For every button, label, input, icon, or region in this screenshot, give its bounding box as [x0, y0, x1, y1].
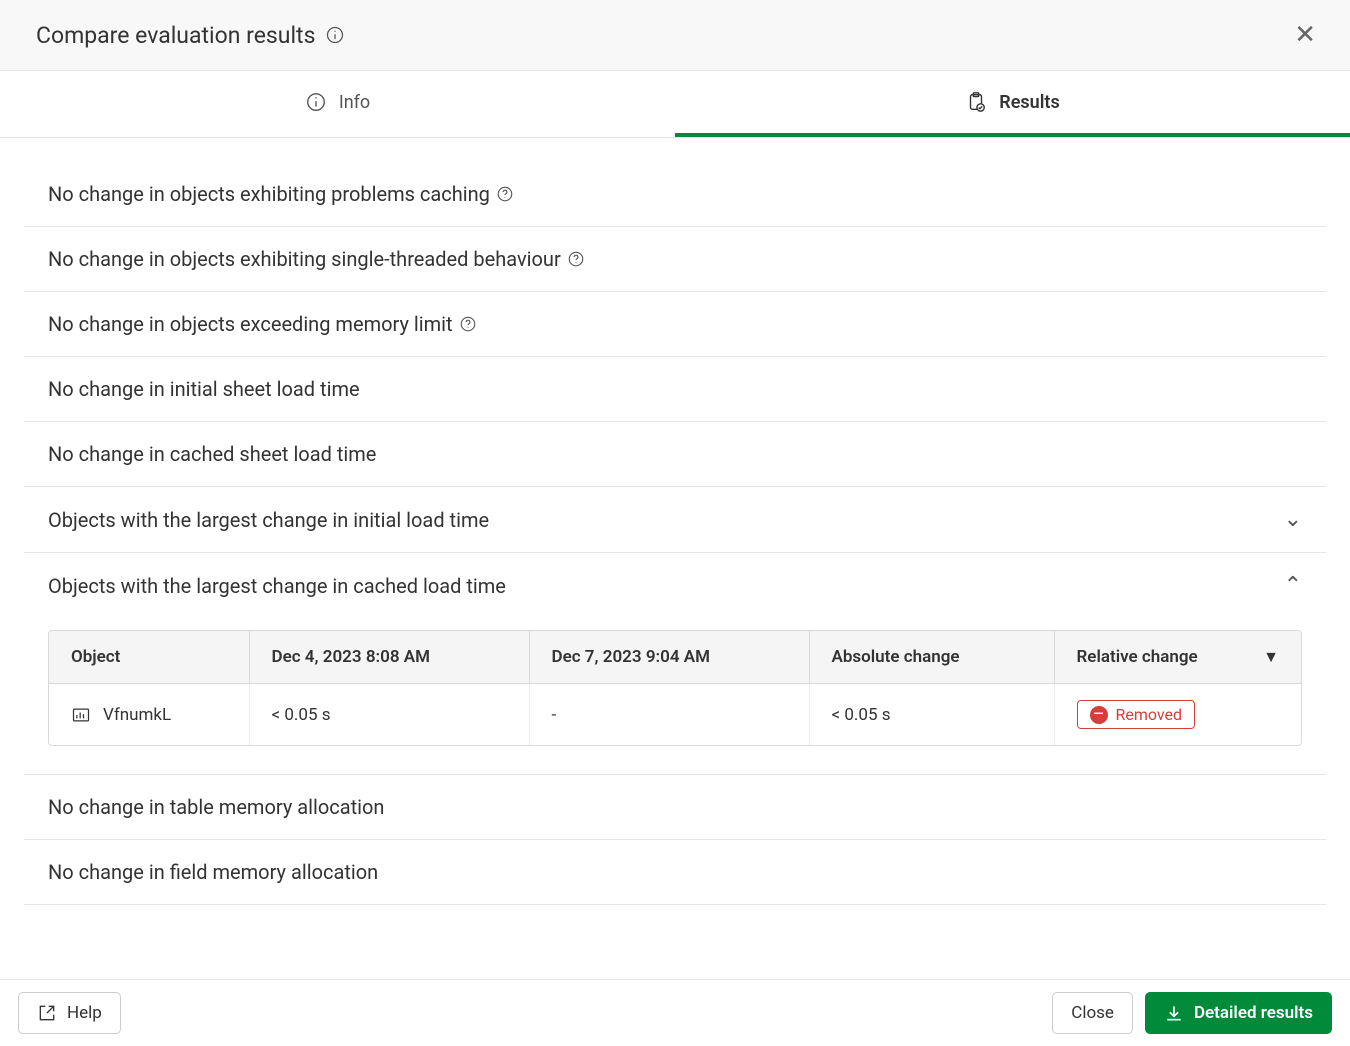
- removed-icon: —: [1090, 706, 1108, 724]
- cell-time2: -: [529, 684, 809, 746]
- cell-rel: — Removed: [1054, 684, 1301, 746]
- section-caching-label: No change in objects exhibiting problems…: [48, 182, 490, 206]
- col-time2[interactable]: Dec 7, 2023 9:04 AM: [529, 631, 809, 684]
- section-memory-limit[interactable]: No change in objects exceeding memory li…: [24, 292, 1326, 357]
- table-header-row: Object Dec 4, 2023 8:08 AM Dec 7, 2023 9…: [49, 631, 1301, 684]
- chevron-up-icon: ⌃: [1284, 573, 1302, 598]
- tab-results[interactable]: Results: [675, 71, 1350, 137]
- chevron-down-icon: ⌄: [1284, 507, 1302, 532]
- content-area: No change in objects exhibiting problems…: [0, 138, 1350, 979]
- close-icon[interactable]: ✕: [1290, 18, 1320, 52]
- section-threaded[interactable]: No change in objects exhibiting single-t…: [24, 227, 1326, 292]
- help-button[interactable]: Help: [18, 992, 121, 1034]
- info-icon[interactable]: [325, 25, 345, 45]
- tabs: Info Results: [0, 71, 1350, 138]
- section-initial-load[interactable]: Objects with the largest change in initi…: [24, 487, 1326, 553]
- section-caching[interactable]: No change in objects exhibiting problems…: [24, 162, 1326, 227]
- removed-label: Removed: [1116, 705, 1183, 724]
- dialog-title-wrap: Compare evaluation results: [36, 22, 345, 49]
- tab-info[interactable]: Info: [0, 71, 675, 137]
- cell-object: VfnumkL: [49, 684, 249, 746]
- col-absolute[interactable]: Absolute change: [809, 631, 1054, 684]
- detailed-label: Detailed results: [1194, 1003, 1313, 1023]
- section-cached-load-label: Objects with the largest change in cache…: [48, 574, 506, 598]
- section-field-memory-label: No change in field memory allocation: [48, 860, 378, 884]
- sort-desc-icon: ▼: [1263, 647, 1279, 667]
- help-icon[interactable]: [567, 250, 585, 268]
- section-initial-load-label: Objects with the largest change in initi…: [48, 508, 489, 532]
- external-link-icon: [37, 1003, 57, 1023]
- barchart-icon: [71, 705, 91, 725]
- tab-info-label: Info: [339, 92, 370, 113]
- section-memory-limit-label: No change in objects exceeding memory li…: [48, 312, 453, 336]
- close-label: Close: [1071, 1003, 1114, 1023]
- section-initial-sheet-label: No change in initial sheet load time: [48, 377, 360, 401]
- col-relative-label: Relative change: [1077, 647, 1198, 667]
- cell-object-text: VfnumkL: [103, 705, 171, 725]
- close-button[interactable]: Close: [1052, 992, 1133, 1034]
- section-threaded-label: No change in objects exhibiting single-t…: [48, 247, 561, 271]
- dialog-header: Compare evaluation results ✕: [0, 0, 1350, 71]
- detailed-results-button[interactable]: Detailed results: [1145, 992, 1332, 1034]
- removed-badge: — Removed: [1077, 700, 1196, 729]
- cell-abs: < 0.05 s: [809, 684, 1054, 746]
- footer-actions: Close Detailed results: [1052, 992, 1332, 1034]
- section-initial-sheet[interactable]: No change in initial sheet load time: [24, 357, 1326, 422]
- section-field-memory[interactable]: No change in field memory allocation: [24, 840, 1326, 905]
- section-table-memory[interactable]: No change in table memory allocation: [24, 774, 1326, 840]
- help-icon[interactable]: [459, 315, 477, 333]
- section-table-memory-label: No change in table memory allocation: [48, 795, 384, 819]
- tab-results-label: Results: [999, 92, 1059, 113]
- info-icon: [305, 91, 327, 113]
- section-cached-sheet-label: No change in cached sheet load time: [48, 442, 376, 466]
- col-object[interactable]: Object: [49, 631, 249, 684]
- help-label: Help: [67, 1003, 102, 1023]
- section-cached-sheet[interactable]: No change in cached sheet load time: [24, 422, 1326, 487]
- dialog-footer: Help Close Detailed results: [0, 979, 1350, 1046]
- download-icon: [1164, 1003, 1184, 1023]
- col-relative[interactable]: Relative change ▼: [1054, 631, 1301, 684]
- dialog-title: Compare evaluation results: [36, 22, 315, 49]
- col-time1[interactable]: Dec 4, 2023 8:08 AM: [249, 631, 529, 684]
- clipboard-check-icon: [965, 91, 987, 113]
- cell-time1: < 0.05 s: [249, 684, 529, 746]
- table-row[interactable]: VfnumkL < 0.05 s - < 0.05 s — Removed: [49, 684, 1301, 746]
- help-icon[interactable]: [496, 185, 514, 203]
- section-cached-load[interactable]: Objects with the largest change in cache…: [24, 553, 1326, 618]
- cached-load-table: Object Dec 4, 2023 8:08 AM Dec 7, 2023 9…: [48, 630, 1302, 746]
